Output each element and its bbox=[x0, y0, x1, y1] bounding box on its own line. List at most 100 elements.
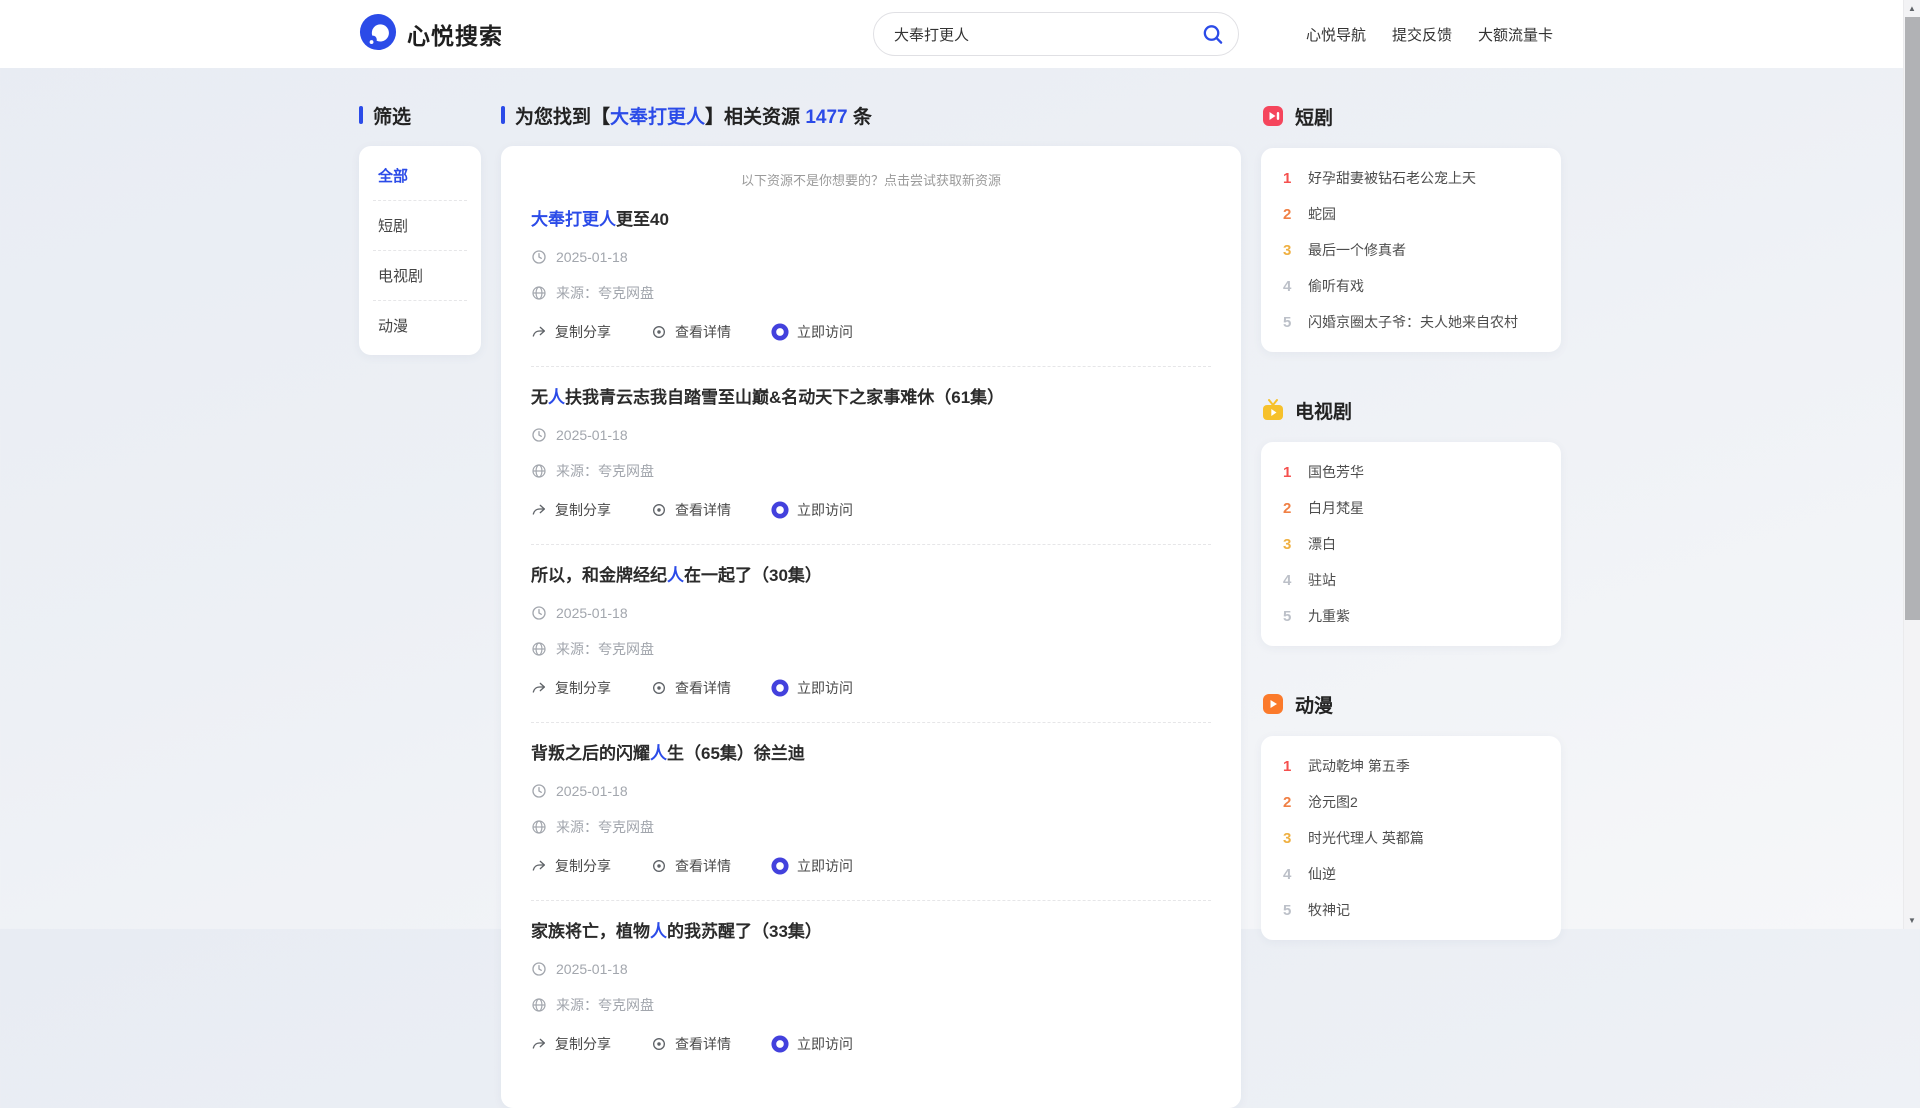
result-actions: 复制分享 查看详情 立即访问 bbox=[531, 1034, 1211, 1054]
rank-item[interactable]: 1 好孕甜妻被钻石老公宠上天 bbox=[1261, 160, 1561, 196]
result-date: 2025-01-18 bbox=[531, 961, 1211, 977]
nav-link-1[interactable]: 心悦导航 bbox=[1306, 24, 1366, 45]
rank-item[interactable]: 5 牧神记 bbox=[1261, 892, 1561, 928]
visit-now-button[interactable]: 立即访问 bbox=[771, 1034, 853, 1054]
globe-icon bbox=[531, 819, 547, 835]
filter-item-3[interactable]: 电视剧 bbox=[373, 251, 467, 301]
copy-share-button[interactable]: 复制分享 bbox=[531, 856, 611, 876]
rank-number: 3 bbox=[1283, 536, 1295, 553]
anime-icon bbox=[1261, 692, 1285, 716]
quark-icon bbox=[771, 857, 789, 875]
rank-section-title: 电视剧 bbox=[1295, 397, 1352, 424]
eye-icon bbox=[651, 502, 667, 518]
filter-column: 筛选 全部短剧电视剧动漫 bbox=[359, 104, 481, 355]
filter-item-2[interactable]: 短剧 bbox=[373, 201, 467, 251]
results-section-title: 为您找到【大奉打更人】相关资源 1477 条 bbox=[501, 104, 1241, 126]
visit-now-button[interactable]: 立即访问 bbox=[771, 500, 853, 520]
scroll-down-arrow[interactable]: ▼ bbox=[1904, 912, 1920, 929]
view-detail-button[interactable]: 查看详情 bbox=[651, 500, 731, 520]
nav-link-2[interactable]: 提交反馈 bbox=[1392, 24, 1452, 45]
rank-item[interactable]: 3 漂白 bbox=[1261, 526, 1561, 562]
scrollbar-thumb[interactable] bbox=[1905, 17, 1920, 620]
result-date: 2025-01-18 bbox=[531, 249, 1211, 265]
rank-item[interactable]: 3 最后一个修真者 bbox=[1261, 232, 1561, 268]
filter-item-1[interactable]: 全部 bbox=[373, 151, 467, 201]
result-source: 来源：夸克网盘 bbox=[531, 461, 1211, 481]
rank-item[interactable]: 1 国色芳华 bbox=[1261, 454, 1561, 490]
eye-icon bbox=[651, 680, 667, 696]
result-title[interactable]: 家族将亡，植物人的我苏醒了（33集） bbox=[531, 921, 1211, 943]
rank-label: 仙逆 bbox=[1308, 864, 1336, 884]
rank-item[interactable]: 2 蛇园 bbox=[1261, 196, 1561, 232]
result-title[interactable]: 背叛之后的闪耀人生（65集）徐兰迪 bbox=[531, 743, 1211, 765]
results-count: 1477 bbox=[805, 107, 847, 128]
search-input[interactable] bbox=[873, 12, 1239, 56]
rank-label: 好孕甜妻被钻石老公宠上天 bbox=[1308, 168, 1476, 188]
view-detail-button[interactable]: 查看详情 bbox=[651, 322, 731, 342]
result-source: 来源：夸克网盘 bbox=[531, 995, 1211, 1015]
view-detail-button[interactable]: 查看详情 bbox=[651, 856, 731, 876]
clock-icon bbox=[531, 783, 547, 799]
rank-label: 蛇园 bbox=[1308, 204, 1336, 224]
filter-section-title: 筛选 bbox=[359, 104, 481, 126]
rank-number: 1 bbox=[1283, 464, 1295, 481]
copy-share-button[interactable]: 复制分享 bbox=[531, 1034, 611, 1054]
quark-icon bbox=[771, 679, 789, 697]
rank-item[interactable]: 4 驻站 bbox=[1261, 562, 1561, 598]
scroll-up-arrow[interactable]: ▲ bbox=[1904, 0, 1920, 17]
result-source: 来源：夸克网盘 bbox=[531, 639, 1211, 659]
filter-title: 筛选 bbox=[373, 102, 411, 129]
result-title[interactable]: 大奉打更人更至40 bbox=[531, 209, 1211, 231]
copy-share-button[interactable]: 复制分享 bbox=[531, 678, 611, 698]
rank-item[interactable]: 4 偷听有戏 bbox=[1261, 268, 1561, 304]
result-actions: 复制分享 查看详情 立即访问 bbox=[531, 322, 1211, 342]
rank-section: 动漫 1 武动乾坤 第五季 2 沧元图2 3 时光代理人 英都篇 4 仙逆 5 … bbox=[1261, 692, 1561, 940]
logo[interactable]: 心悦搜索 bbox=[359, 13, 503, 56]
search-button[interactable] bbox=[1201, 23, 1224, 46]
nav-link-3[interactable]: 大额流量卡 bbox=[1478, 24, 1553, 45]
result-actions: 复制分享 查看详情 立即访问 bbox=[531, 500, 1211, 520]
copy-share-button[interactable]: 复制分享 bbox=[531, 500, 611, 520]
visit-now-button[interactable]: 立即访问 bbox=[771, 856, 853, 876]
result-title[interactable]: 所以，和金牌经纪人在一起了（30集） bbox=[531, 565, 1211, 587]
rank-label: 牧神记 bbox=[1308, 900, 1350, 920]
view-detail-button[interactable]: 查看详情 bbox=[651, 1034, 731, 1054]
filter-card: 全部短剧电视剧动漫 bbox=[359, 146, 481, 355]
clock-icon bbox=[531, 961, 547, 977]
rank-item[interactable]: 1 武动乾坤 第五季 bbox=[1261, 748, 1561, 784]
header: 心悦搜索 心悦导航 提交反馈 大额流量卡 bbox=[0, 0, 1920, 68]
rank-section-title: 短剧 bbox=[1295, 103, 1333, 130]
rank-item[interactable]: 5 闪婚京圈太子爷：夫人她来自农村 bbox=[1261, 304, 1561, 340]
rank-label: 漂白 bbox=[1308, 534, 1336, 554]
view-detail-button[interactable]: 查看详情 bbox=[651, 678, 731, 698]
result-title[interactable]: 无人扶我青云志我自踏雪至山巅&名动天下之家事难休（61集） bbox=[531, 387, 1211, 409]
rank-label: 沧元图2 bbox=[1308, 792, 1358, 812]
copy-share-button[interactable]: 复制分享 bbox=[531, 322, 611, 342]
filter-item-4[interactable]: 动漫 bbox=[373, 301, 467, 350]
header-nav: 心悦导航 提交反馈 大额流量卡 bbox=[1306, 24, 1561, 45]
rank-label: 白月梵星 bbox=[1308, 498, 1364, 518]
rank-item[interactable]: 4 仙逆 bbox=[1261, 856, 1561, 892]
rank-card: 1 好孕甜妻被钻石老公宠上天 2 蛇园 3 最后一个修真者 4 偷听有戏 5 闪… bbox=[1261, 148, 1561, 352]
rank-number: 5 bbox=[1283, 314, 1295, 331]
rank-item[interactable]: 2 白月梵星 bbox=[1261, 490, 1561, 526]
visit-now-button[interactable]: 立即访问 bbox=[771, 678, 853, 698]
accent-bar bbox=[501, 106, 505, 124]
rank-number: 1 bbox=[1283, 758, 1295, 775]
share-icon bbox=[531, 858, 547, 874]
rank-number: 1 bbox=[1283, 170, 1295, 187]
refresh-hint[interactable]: 以下资源不是你想要的？点击尝试获取新资源 bbox=[531, 168, 1211, 189]
visit-now-button[interactable]: 立即访问 bbox=[771, 322, 853, 342]
globe-icon bbox=[531, 463, 547, 479]
scrollbar[interactable]: ▲ ▼ bbox=[1903, 0, 1920, 929]
search-bar bbox=[873, 12, 1239, 56]
quark-icon bbox=[771, 1035, 789, 1053]
rank-item[interactable]: 5 九重紫 bbox=[1261, 598, 1561, 634]
rank-number: 5 bbox=[1283, 902, 1295, 919]
result-date: 2025-01-18 bbox=[531, 605, 1211, 621]
rank-label: 最后一个修真者 bbox=[1308, 240, 1406, 260]
short-drama-icon bbox=[1261, 104, 1285, 128]
rank-item[interactable]: 3 时光代理人 英都篇 bbox=[1261, 820, 1561, 856]
result-item: 所以，和金牌经纪人在一起了（30集） 2025-01-18 来源：夸克网盘 复制… bbox=[531, 545, 1211, 723]
rank-item[interactable]: 2 沧元图2 bbox=[1261, 784, 1561, 820]
